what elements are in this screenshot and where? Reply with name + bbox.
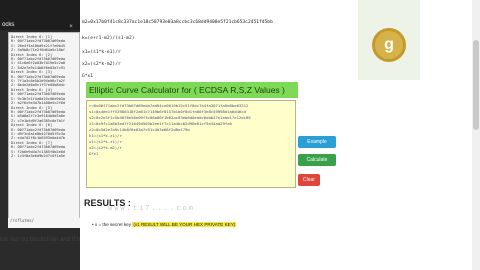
results-highlight: (x1 RESULT WILL BE YOUR HEX PRIVATE KEY) — [132, 222, 237, 227]
formula-block: m2=0x17b0f41c8c337ac1e18c58793e03a8ccbc3… — [80, 0, 380, 85]
watermark-text: www.ti7....com — [108, 204, 196, 212]
results-description: • x = the secret key (x1 RESULT WILL BE … — [92, 222, 237, 227]
formula-line: x2=(s2*k-m2)/r — [82, 62, 121, 67]
close-icon[interactable]: × — [66, 24, 76, 30]
background-window: ocks × Direct Index 6: [1] R: 00f71abc2f… — [0, 0, 82, 270]
logo-letter: g — [384, 36, 394, 53]
calculate-label: Calculate — [306, 157, 328, 163]
terminal-footer: /rsflutes/ — [8, 218, 82, 228]
textarea-line: G*x1 — [89, 151, 99, 156]
example-label: Example — [307, 139, 327, 145]
terminal-line: Z: 1c5f8a3e6d9b247c0f1a5e — [11, 153, 66, 158]
calculator-title: Elliptic Curve Calculator for ( ECDSA R,… — [86, 82, 298, 98]
calculator-input-textarea[interactable]: r=0x00f71abc2fd73b07d69eda7ad94ce0619b15… — [86, 100, 296, 188]
formula-line: x1=(s1*k-e1)/r — [82, 50, 121, 55]
results-prefix: x = the secret key — [94, 222, 132, 227]
background-window-title: ocks — [2, 22, 15, 28]
scrollbar-thumb[interactable] — [473, 40, 479, 130]
calculate-button[interactable]: Calculate — [298, 154, 336, 166]
clear-label: Clear — [303, 177, 315, 183]
clear-button[interactable]: Clear — [298, 174, 320, 186]
formula-line: m2=0x17b0f41c8c337ac1e18c58793e03a8ccbc3… — [82, 20, 273, 25]
main-page: m2=0x17b0f41c8c337ac1e18c58793e03a8ccbc3… — [80, 0, 480, 270]
terminal-output: Direct Index 6: [1] R: 00f71abc2fd73b07d… — [8, 32, 80, 224]
formula-line: k=(e+r1·m2)/(s1·m2) — [82, 36, 135, 41]
formula-line: G*x1 — [82, 74, 94, 79]
example-button[interactable]: Example — [298, 136, 336, 148]
